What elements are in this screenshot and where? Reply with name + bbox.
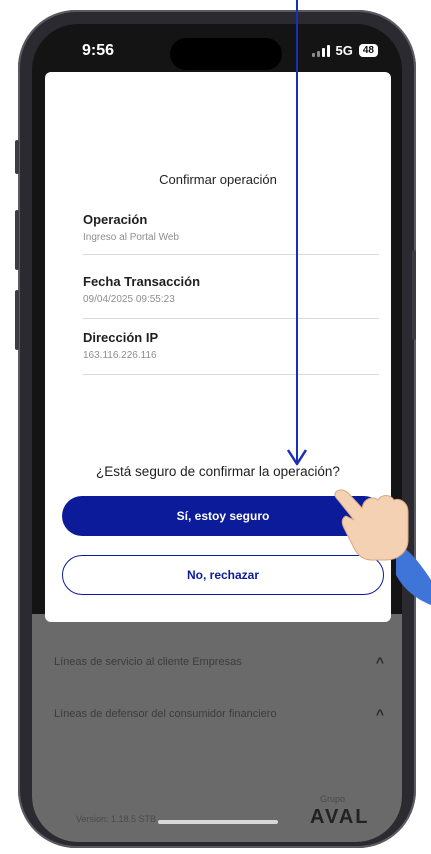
detail-value: 09/04/2025 09:55:23: [83, 294, 175, 305]
confirm-button[interactable]: Sí, estoy seguro: [62, 496, 384, 536]
status-time: 9:56: [82, 42, 115, 59]
brand-group-label: Grupo: [320, 794, 346, 804]
signal-icon: [311, 44, 330, 57]
detail-operation: Operación Ingreso al Portal Web: [83, 212, 379, 255]
bg-row-label: Líneas de servicio al cliente Empresas: [54, 656, 242, 668]
bg-row-label: Líneas de defensor del consumidor financ…: [54, 708, 277, 720]
reject-button[interactable]: No, rechazar: [62, 555, 384, 595]
confirmation-question: ¿Está seguro de confirmar la operación?: [96, 464, 340, 479]
battery-icon: 48: [358, 44, 378, 57]
bg-row-consumer-defender[interactable]: Líneas de defensor del consumidor financ…: [54, 694, 384, 734]
confirm-operation-dialog: Confirmar operación Operación Ingreso al…: [45, 72, 391, 622]
status-indicators: 5G 48: [311, 43, 378, 58]
phone-volume-up: [15, 210, 19, 270]
dialog-title: Confirmar operación: [159, 172, 277, 187]
detail-label: Fecha Transacción: [83, 274, 201, 289]
bg-row-customer-service[interactable]: Líneas de servicio al cliente Empresas ^: [54, 642, 384, 682]
phone-power-button: [412, 250, 416, 340]
detail-label: Operación: [83, 212, 148, 227]
detail-transaction-date: Fecha Transacción 09/04/2025 09:55:23: [83, 274, 379, 319]
phone-side-button: [15, 140, 19, 174]
phone-screen: 9:56 5G 48 Líneas de servicio al cliente…: [32, 24, 402, 842]
detail-value: Ingreso al Portal Web: [83, 232, 179, 243]
home-indicator[interactable]: [158, 820, 278, 824]
dynamic-island: [170, 38, 282, 70]
phone-volume-down: [15, 290, 19, 350]
network-label: 5G: [335, 43, 353, 58]
status-bar: 9:56 5G 48: [32, 24, 402, 72]
chevron-up-icon: ^: [375, 654, 384, 670]
chevron-up-icon: ^: [375, 706, 384, 722]
detail-value: 163.116.226.116: [83, 350, 157, 361]
detail-ip-address: Dirección IP 163.116.226.116: [83, 330, 379, 375]
app-version: Version: 1.18.5 STB: [76, 814, 157, 824]
brand-logo: AVAL: [310, 806, 370, 828]
background-screen: Líneas de servicio al cliente Empresas ^…: [32, 614, 402, 842]
detail-label: Dirección IP: [83, 330, 159, 345]
